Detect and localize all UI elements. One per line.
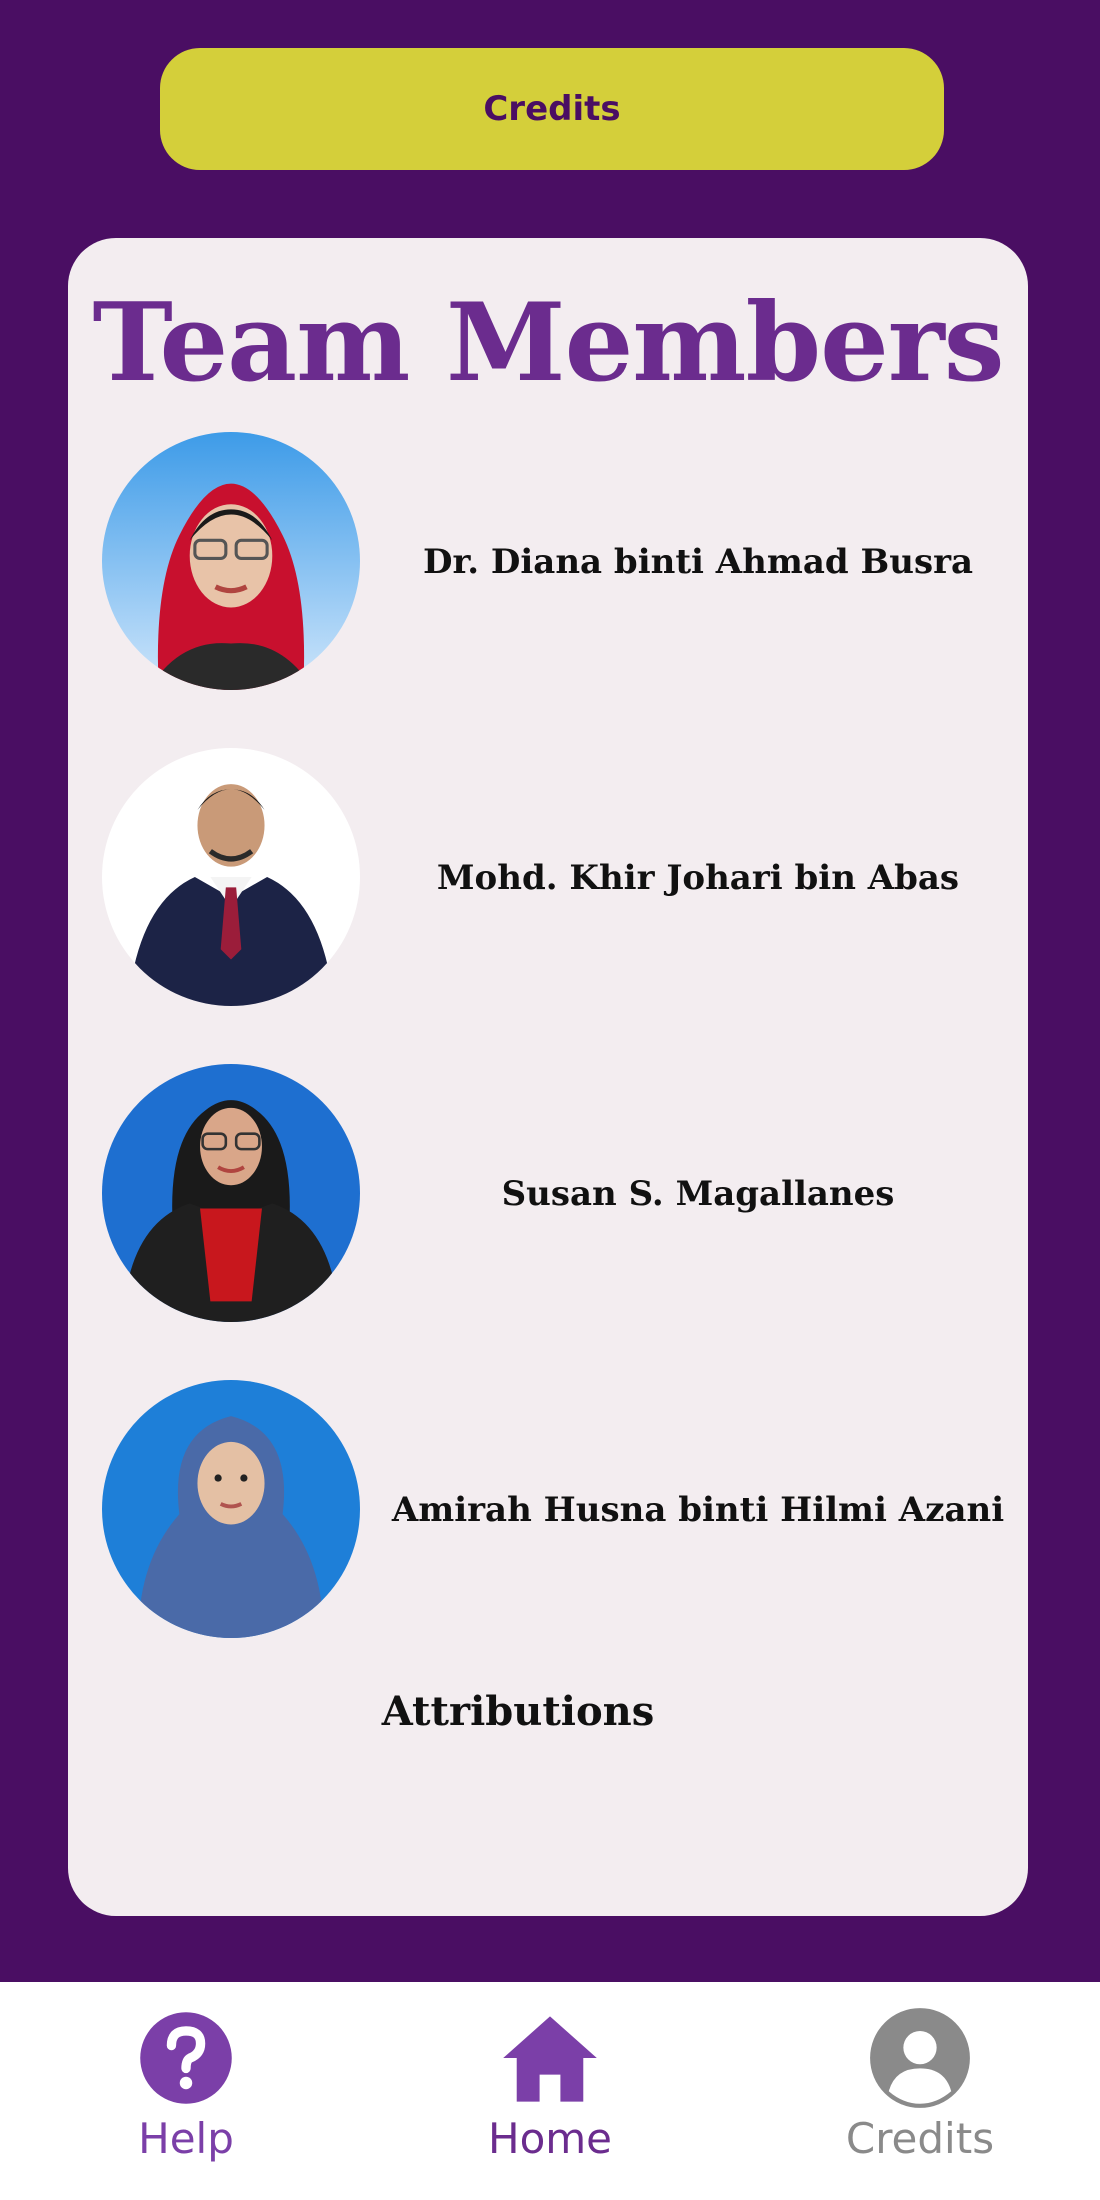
help-icon <box>140 2012 232 2104</box>
bottom-navigation: Help Home Credits <box>0 1982 1100 2200</box>
attributions-link[interactable]: Attributions <box>68 1688 1028 1735</box>
avatar <box>102 1380 360 1638</box>
avatar <box>102 1064 360 1322</box>
nav-credits[interactable]: Credits <box>800 1982 1040 2200</box>
home-icon <box>503 2016 597 2102</box>
user-icon <box>870 2008 970 2108</box>
member-name: Dr. Diana binti Ahmad Busra <box>422 542 974 582</box>
nav-home[interactable]: Home <box>430 1982 670 2200</box>
nav-home-label: Home <box>487 2114 613 2163</box>
avatar <box>102 432 360 690</box>
avatar <box>102 748 360 1006</box>
team-members-card: Team Members Dr. Diana binti Ahmad Busra <box>68 238 1028 1916</box>
member-name: Mohd. Khir Johari bin Abas <box>436 858 960 898</box>
nav-credits-label: Credits <box>845 2114 995 2163</box>
nav-help[interactable]: Help <box>66 1982 306 2200</box>
member-item: Dr. Diana binti Ahmad Busra <box>68 432 1028 692</box>
nav-help-label: Help <box>138 2114 234 2163</box>
credits-button[interactable]: Credits <box>160 48 944 170</box>
member-item: Amirah Husna binti Hilmi Azani <box>68 1380 1028 1640</box>
member-name: Susan S. Magallanes <box>501 1174 895 1214</box>
member-name: Amirah Husna binti Hilmi Azani <box>391 1490 1005 1530</box>
page-title: Team Members <box>92 280 1004 406</box>
member-item: Susan S. Magallanes <box>68 1064 1028 1324</box>
member-item: Mohd. Khir Johari bin Abas <box>68 748 1028 1008</box>
